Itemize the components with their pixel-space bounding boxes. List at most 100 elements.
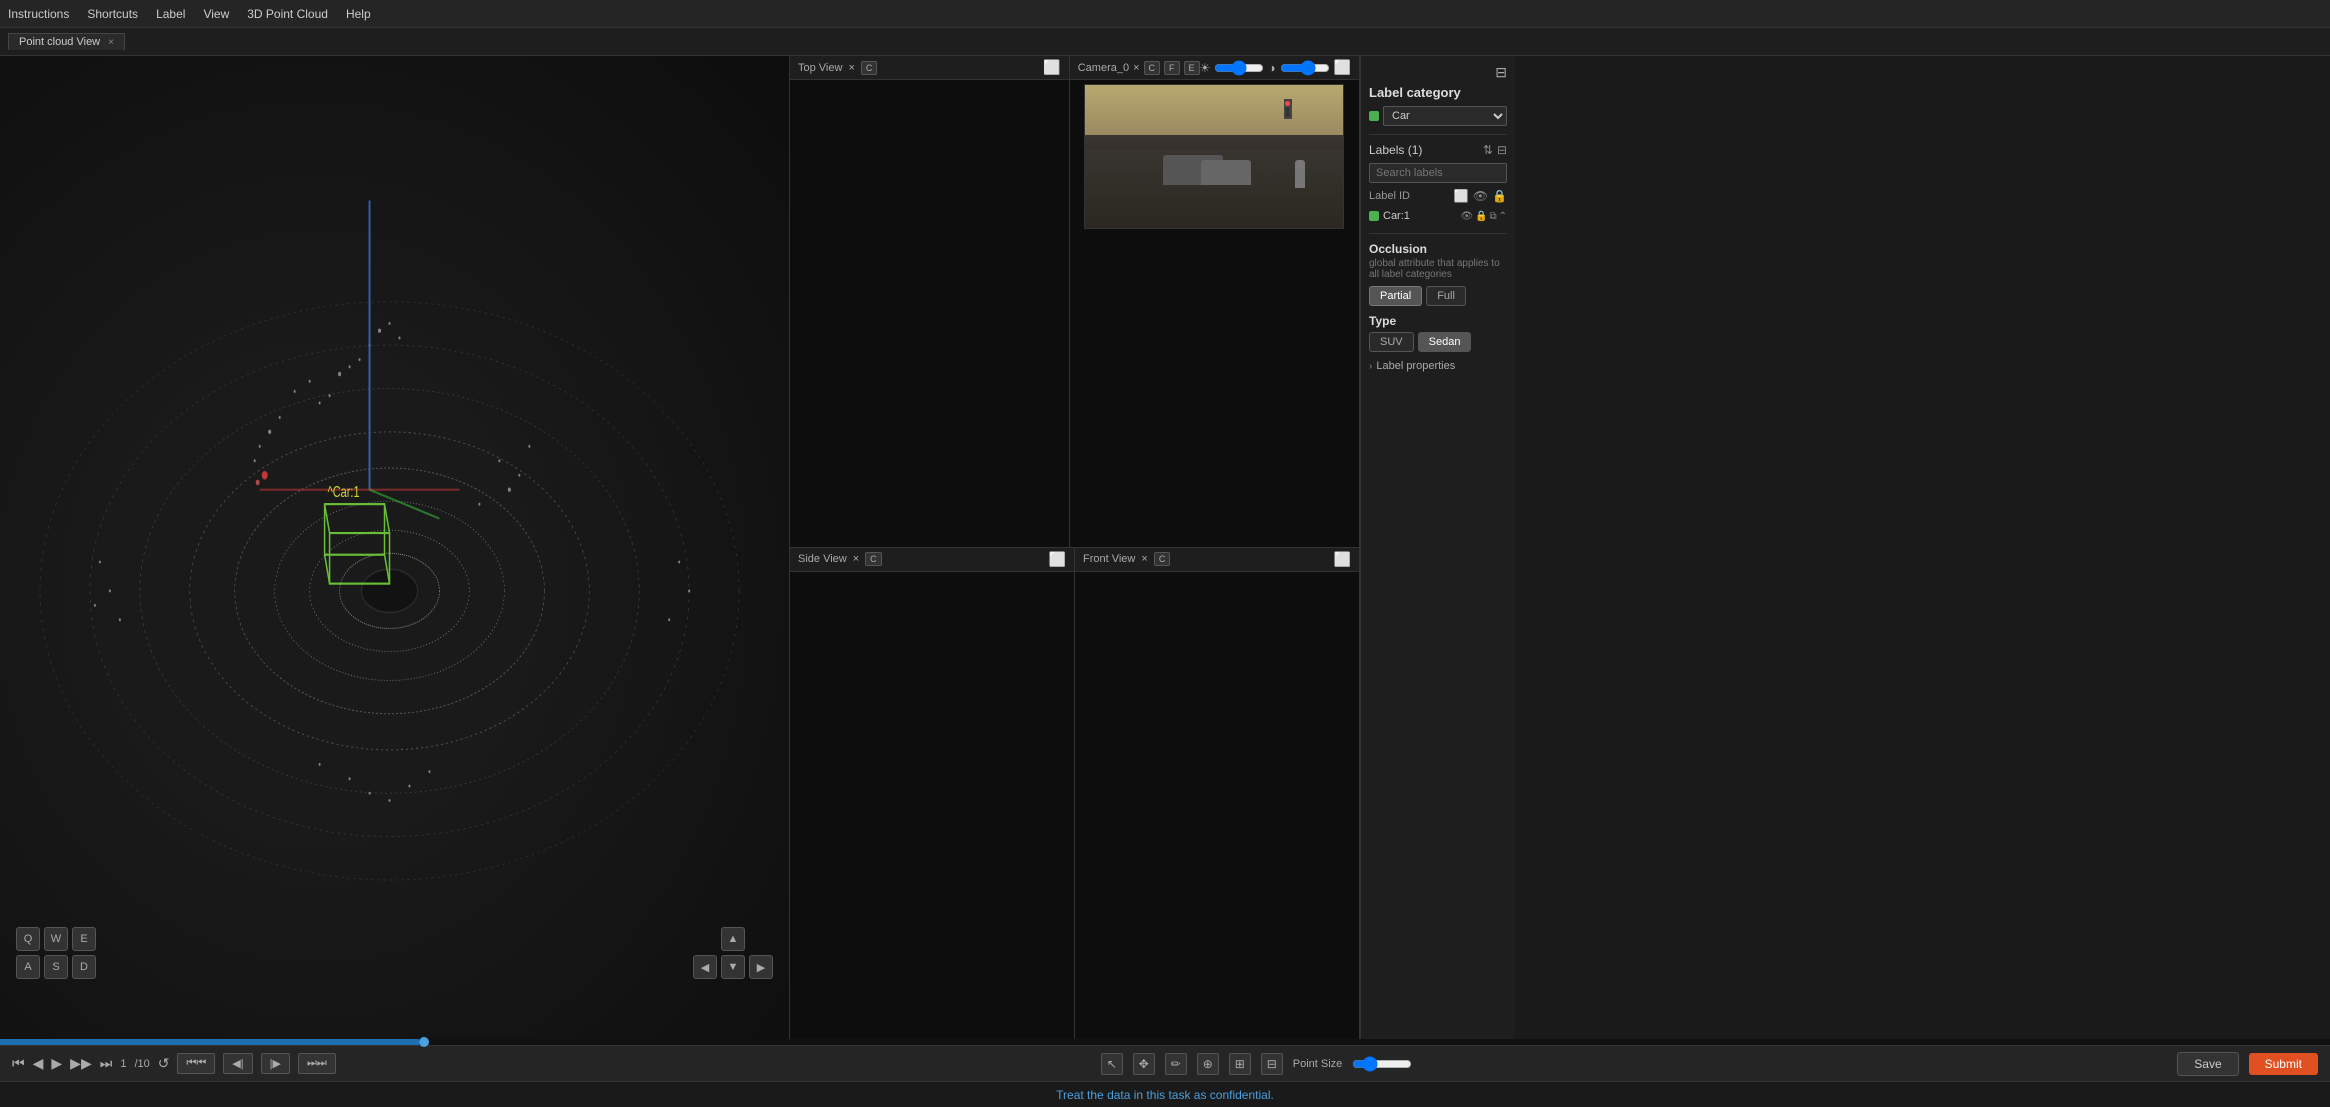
camera-f-btn[interactable]: F <box>1164 61 1180 75</box>
menu-help[interactable]: Help <box>346 7 371 21</box>
top-view-canvas[interactable] <box>790 80 1069 547</box>
menu-label[interactable]: Label <box>156 7 185 21</box>
label-item-delete-icon[interactable]: ⌃ <box>1499 211 1507 222</box>
submit-button[interactable]: Submit <box>2249 1053 2318 1075</box>
top-view-c-btn[interactable]: C <box>861 61 878 75</box>
camera-c-btn[interactable]: C <box>1144 61 1161 75</box>
arrow-up-btn[interactable]: ▲ <box>721 927 745 951</box>
label-item-car1[interactable]: Car:1 👁 🔒 ⧉ ⌃ <box>1369 207 1507 225</box>
label-props-text: Label properties <box>1376 360 1455 372</box>
sort-button[interactable]: ⇅ <box>1483 143 1493 157</box>
eye-icon[interactable]: 👁 <box>1473 189 1488 203</box>
occlusion-full-btn[interactable]: Full <box>1426 286 1466 306</box>
forward-one-btn[interactable]: |▶ <box>261 1053 290 1074</box>
group-tool[interactable]: ⊞ <box>1229 1053 1251 1075</box>
label-id-row: Label ID ⬜ 👁 🔒 <box>1369 189 1507 203</box>
label-item-actions: 👁 🔒 ⧉ ⌃ <box>1460 211 1507 222</box>
key-s[interactable]: S <box>44 955 68 979</box>
brightness-slider[interactable] <box>1214 60 1264 76</box>
camera-header-right: ☀ ◑ ⬜ <box>1200 59 1351 76</box>
label-item-copy-icon[interactable]: ⧉ <box>1489 211 1496 222</box>
back-start-btn[interactable]: ⏮ <box>12 1055 25 1072</box>
type-group: SUV Sedan <box>1369 332 1507 352</box>
top-view-close[interactable]: × <box>848 62 854 74</box>
back-one-btn[interactable]: ◀| <box>223 1053 252 1074</box>
center-area: Top View × C ⬜ Camera_0 <box>790 56 1360 1039</box>
type-suv-btn[interactable]: SUV <box>1369 332 1414 352</box>
forward-double-btn[interactable]: ⏭⏭ <box>298 1053 336 1074</box>
front-view-title: Front View <box>1083 553 1135 565</box>
side-view-header-left: Side View × C <box>798 552 882 566</box>
contrast-slider[interactable] <box>1280 60 1330 76</box>
front-view-canvas[interactable] <box>1075 572 1359 1040</box>
select-tool[interactable]: ↖ <box>1101 1053 1123 1075</box>
menu-shortcuts[interactable]: Shortcuts <box>87 7 138 21</box>
frame-current: 1 <box>120 1058 126 1070</box>
arrow-right-btn[interactable]: ▶ <box>749 955 773 979</box>
point-size-slider[interactable] <box>1352 1056 1412 1072</box>
camera-e-btn[interactable]: E <box>1184 61 1200 75</box>
tab-pointcloud[interactable]: Point cloud View × <box>8 33 125 50</box>
type-title: Type <box>1369 314 1507 328</box>
occlusion-desc: global attribute that applies to all lab… <box>1369 258 1507 280</box>
top-view-header: Top View × C ⬜ <box>790 56 1069 80</box>
key-d[interactable]: D <box>72 955 96 979</box>
label-item-color <box>1369 211 1379 221</box>
filter-button[interactable]: ⊟ <box>1497 143 1507 157</box>
ungroup-tool[interactable]: ⊟ <box>1261 1053 1283 1075</box>
camera-panel: Camera_0 × C F E ☀ ◑ <box>1070 56 1359 547</box>
key-e[interactable]: E <box>72 927 96 951</box>
front-view-c-btn[interactable]: C <box>1154 552 1171 566</box>
close-tab-icon[interactable]: × <box>108 37 114 48</box>
forward-end-btn[interactable]: ⏭ <box>100 1055 113 1072</box>
move-tool[interactable]: ✥ <box>1133 1053 1155 1075</box>
key-a[interactable]: A <box>16 955 40 979</box>
label-item-eye-icon[interactable]: 👁 <box>1460 211 1473 222</box>
refresh-btn[interactable]: ↺ <box>158 1055 170 1072</box>
top-view-title: Top View <box>798 62 842 74</box>
side-view-maximize-icon[interactable]: ⬜ <box>1049 551 1066 568</box>
key-q[interactable]: Q <box>16 927 40 951</box>
label-properties-row[interactable]: › Label properties <box>1369 360 1507 372</box>
camera-close[interactable]: × <box>1133 62 1139 74</box>
menu-instructions[interactable]: Instructions <box>8 7 69 21</box>
lock-icon[interactable]: 🔒 <box>1492 189 1507 203</box>
side-view-close[interactable]: × <box>853 553 859 565</box>
menu-view[interactable]: View <box>203 7 229 21</box>
forward-step-btn[interactable]: ▶▶ <box>70 1055 92 1072</box>
menu-3dpointcloud[interactable]: 3D Point Cloud <box>247 7 328 21</box>
back-double-btn[interactable]: ⏮⏮ <box>177 1053 215 1074</box>
occlusion-toggle-group: Partial Full <box>1369 286 1507 306</box>
side-view-title: Side View <box>798 553 847 565</box>
front-view-header: Front View × C ⬜ <box>1075 548 1359 572</box>
label-props-arrow-icon: › <box>1369 361 1372 372</box>
camera-traffic-red <box>1285 101 1290 106</box>
side-view-canvas[interactable] <box>790 572 1074 1040</box>
crosshair-tool[interactable]: ⊕ <box>1197 1053 1219 1075</box>
front-view-maximize-icon[interactable]: ⬜ <box>1334 551 1351 568</box>
play-btn[interactable]: ▶ <box>51 1055 62 1072</box>
top-view-maximize-icon[interactable]: ⬜ <box>1043 59 1060 76</box>
occlusion-partial-btn[interactable]: Partial <box>1369 286 1422 306</box>
arrow-left-btn[interactable]: ◀ <box>693 955 717 979</box>
labels-header: Labels (1) ⇅ ⊟ <box>1369 143 1507 157</box>
camera-maximize-icon[interactable]: ⬜ <box>1334 59 1351 76</box>
side-view-header: Side View × C ⬜ <box>790 548 1074 572</box>
save-button[interactable]: Save <box>2177 1052 2238 1076</box>
pencil-tool[interactable]: ✏ <box>1165 1053 1187 1075</box>
main-area: ^Car:1 Q W E A S D <box>0 56 2330 1039</box>
label-category-select[interactable]: Car Pedestrian Cyclist <box>1383 106 1507 126</box>
cuboid-icon[interactable]: ⬜ <box>1454 189 1469 203</box>
divider-1 <box>1369 134 1507 135</box>
search-labels-input[interactable] <box>1369 163 1507 183</box>
label-item-lock-icon[interactable]: 🔒 <box>1475 211 1487 222</box>
side-view-c-btn[interactable]: C <box>865 552 882 566</box>
front-view-close[interactable]: × <box>1141 553 1147 565</box>
pc-canvas[interactable]: ^Car:1 Q W E A S D <box>0 56 789 1039</box>
label-color-indicator <box>1369 111 1379 121</box>
key-w[interactable]: W <box>44 927 68 951</box>
arrow-down-btn[interactable]: ▼ <box>721 955 745 979</box>
type-sedan-btn[interactable]: Sedan <box>1418 332 1472 352</box>
back-step-btn[interactable]: ◀ <box>33 1055 44 1072</box>
panel-expand-icon[interactable]: ⊟ <box>1495 64 1507 81</box>
